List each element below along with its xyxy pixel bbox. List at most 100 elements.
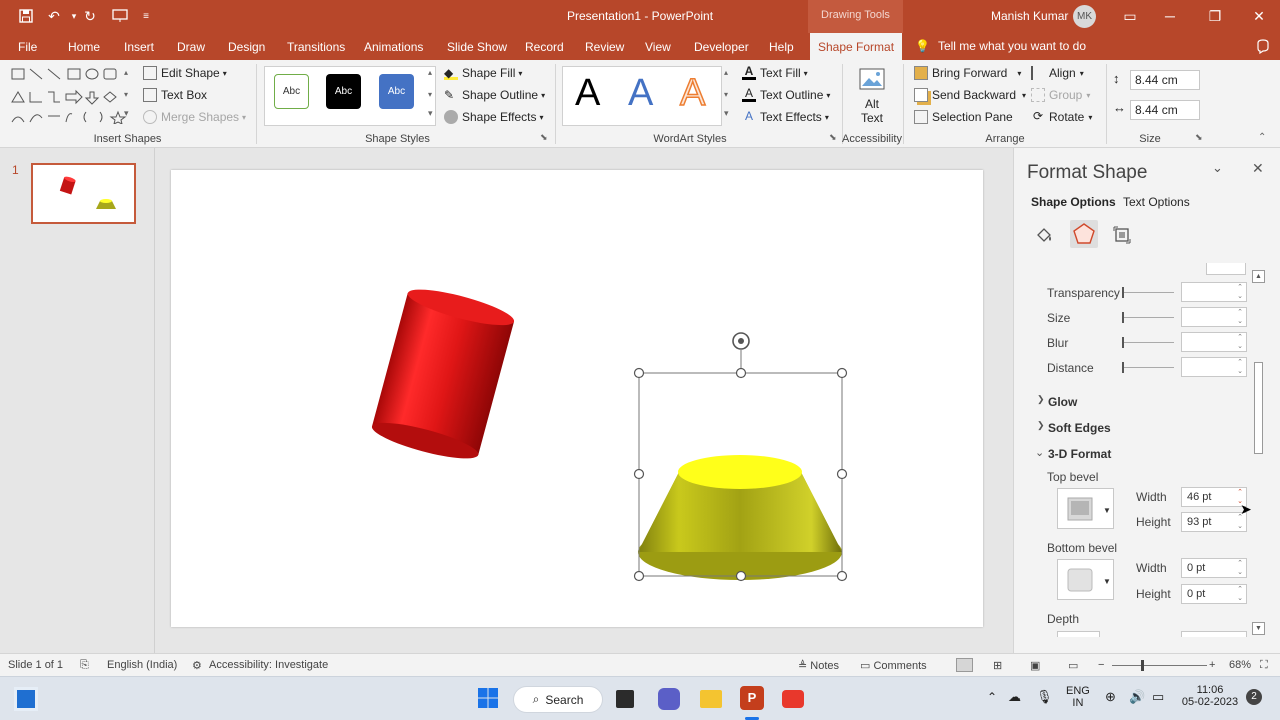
slide-sorter-icon[interactable]: ⊞ <box>993 659 1002 672</box>
shape-fill-button[interactable]: ◆ Shape Fill ▾ <box>444 66 522 80</box>
top-bevel-dropdown[interactable]: ▼ <box>1057 488 1114 529</box>
resize-handle-right[interactable] <box>836 468 848 480</box>
wordart-style-black[interactable]: A <box>575 72 600 115</box>
blur-input[interactable]: ⌃ ⌄ <box>1181 332 1247 352</box>
size-input[interactable]: ⌃ ⌄ <box>1181 307 1247 327</box>
zoom-level[interactable]: 68% <box>1229 659 1251 671</box>
wordart-style-orange-outline[interactable]: A <box>679 71 706 115</box>
tab-help[interactable]: Help <box>769 40 794 54</box>
scroll-down-icon[interactable]: ▼ <box>1252 622 1265 635</box>
notes-button[interactable]: ≜ Notes <box>798 659 839 672</box>
top-bevel-height-input[interactable]: 93 pt ⌃ ⌄ <box>1181 512 1247 532</box>
shape-height-input[interactable]: 8.44 cm <box>1130 70 1200 90</box>
tab-file[interactable]: File <box>18 40 37 54</box>
clock[interactable]: 11:06 05-02-2023 <box>1179 684 1241 708</box>
resize-handle-bottom-right[interactable] <box>836 570 848 582</box>
tab-shape-options[interactable]: Shape Options <box>1031 195 1116 209</box>
tab-animations[interactable]: Animations <box>364 40 423 54</box>
tab-text-options[interactable]: Text Options <box>1123 195 1190 209</box>
present-from-beginning-icon[interactable] <box>108 6 132 26</box>
transparency-input[interactable]: ⌃ ⌄ <box>1181 282 1247 302</box>
share-icon[interactable] <box>1248 36 1278 56</box>
comments-button[interactable]: ▭ Comments <box>860 659 927 672</box>
tab-transitions[interactable]: Transitions <box>287 40 345 54</box>
styles-scroll-down-icon[interactable]: ▾ <box>428 90 432 99</box>
slide-canvas[interactable] <box>171 170 983 627</box>
tab-record[interactable]: Record <box>525 40 564 54</box>
widgets-app-icon[interactable] <box>14 687 38 711</box>
three-d-collapse-icon[interactable]: ⌄ <box>1035 446 1044 459</box>
three-d-format-section-header[interactable]: 3-D Format <box>1048 447 1111 461</box>
depth-size-partial[interactable] <box>1181 631 1247 637</box>
normal-view-icon[interactable] <box>956 658 973 672</box>
format-pane-scrollbar[interactable]: ▲ ▼ <box>1252 270 1266 635</box>
resize-handle-top-right[interactable] <box>836 367 848 379</box>
soft-edges-section-header[interactable]: Soft Edges <box>1048 421 1111 435</box>
bottom-bevel-width-input[interactable]: 0 pt ⌃ ⌄ <box>1181 558 1247 578</box>
accessibility-status[interactable]: Accessibility: Investigate <box>209 659 328 671</box>
minimize-icon[interactable]: ─ <box>1155 6 1185 26</box>
size-properties-icon[interactable] <box>1112 225 1132 245</box>
volume-icon[interactable]: 🔊 <box>1129 689 1145 705</box>
spellcheck-icon[interactable]: ⎘ <box>80 659 89 672</box>
user-name[interactable]: Manish Kumar <box>991 9 1068 23</box>
reading-view-icon[interactable]: ▣ <box>1030 659 1040 672</box>
tab-design[interactable]: Design <box>228 40 265 54</box>
shapes-gallery[interactable] <box>8 66 136 125</box>
windows-start-icon[interactable] <box>477 687 501 711</box>
tab-shape-format[interactable]: Shape Format <box>810 33 903 60</box>
bottom-bevel-height-input[interactable]: 0 pt ⌃ ⌄ <box>1181 584 1247 604</box>
wordart-more-icon[interactable]: ▾ <box>724 108 729 119</box>
tab-review[interactable]: Review <box>585 40 624 54</box>
shape-width-input[interactable]: 8.44 cm <box>1130 100 1200 120</box>
text-fill-button[interactable]: A Text Fill ▾ <box>742 65 808 80</box>
edit-shape-button[interactable]: Edit Shape ▾ <box>143 66 227 80</box>
bottom-bevel-dropdown[interactable]: ▼ <box>1057 559 1114 600</box>
fit-to-window-icon[interactable]: ⛶ <box>1260 659 1268 672</box>
resize-handle-bottom[interactable] <box>735 570 747 582</box>
shape-style-outline-green[interactable]: Abc <box>274 74 309 109</box>
zoom-slider[interactable] <box>1112 665 1207 666</box>
blur-slider[interactable] <box>1122 337 1174 348</box>
shape-styles-launcher-icon[interactable]: ⬊ <box>540 132 548 143</box>
tab-view[interactable]: View <box>645 40 671 54</box>
size-slider[interactable] <box>1122 312 1174 323</box>
shapes-scroll-down-icon[interactable]: ▾ <box>124 90 128 99</box>
resize-handle-top-left[interactable] <box>633 367 645 379</box>
rotate-button[interactable]: ⟳ Rotate ▾ <box>1031 110 1092 125</box>
glow-section-header[interactable]: Glow <box>1048 395 1077 409</box>
soft-edges-expand-icon[interactable]: ❯ <box>1037 420 1045 431</box>
slide-show-icon[interactable]: ▭ <box>1068 659 1078 672</box>
shape-style-black[interactable]: Abc <box>326 74 361 109</box>
maximize-icon[interactable]: ❐ <box>1200 6 1230 26</box>
tab-developer[interactable]: Developer <box>694 40 749 54</box>
scroll-up-icon[interactable]: ▲ <box>1252 270 1265 283</box>
collapse-ribbon-icon[interactable]: ⌃ <box>1258 132 1266 143</box>
camera-app-icon[interactable] <box>782 690 804 708</box>
alt-text-button[interactable]: Alt Text <box>852 66 892 130</box>
slide-thumbnail[interactable] <box>31 163 136 224</box>
microphone-icon[interactable]: 🎙 <box>1036 689 1053 705</box>
merge-shapes-button[interactable]: Merge Shapes ▾ <box>143 110 246 124</box>
save-icon[interactable] <box>14 6 38 26</box>
close-icon[interactable]: ✕ <box>1244 6 1274 26</box>
resize-handle-bottom-left[interactable] <box>633 570 645 582</box>
glow-expand-icon[interactable]: ❯ <box>1037 394 1045 405</box>
shapes-more-icon[interactable]: ▾ <box>124 108 129 119</box>
close-pane-icon[interactable]: ✕ <box>1252 160 1264 177</box>
selection-pane-button[interactable]: Selection Pane <box>914 110 1013 124</box>
redo-icon[interactable]: ↻ <box>78 6 102 26</box>
depth-color-partial[interactable] <box>1057 631 1100 637</box>
zoom-slider-thumb[interactable] <box>1141 660 1144 671</box>
onedrive-icon[interactable]: ☁ <box>1008 689 1021 705</box>
resize-handle-left[interactable] <box>633 468 645 480</box>
text-outline-button[interactable]: A Text Outline ▾ <box>742 87 830 102</box>
teams-chat-icon[interactable] <box>658 688 680 710</box>
transparency-slider[interactable] <box>1122 287 1174 298</box>
tab-home[interactable]: Home <box>68 40 100 54</box>
styles-more-icon[interactable]: ▾ <box>428 108 433 119</box>
notification-badge[interactable]: 2 <box>1246 689 1262 705</box>
align-button[interactable]: Align ▾ <box>1031 66 1084 80</box>
pane-options-chevron-icon[interactable]: ⌄ <box>1212 160 1223 176</box>
wordart-scroll-down-icon[interactable]: ▾ <box>724 90 728 99</box>
